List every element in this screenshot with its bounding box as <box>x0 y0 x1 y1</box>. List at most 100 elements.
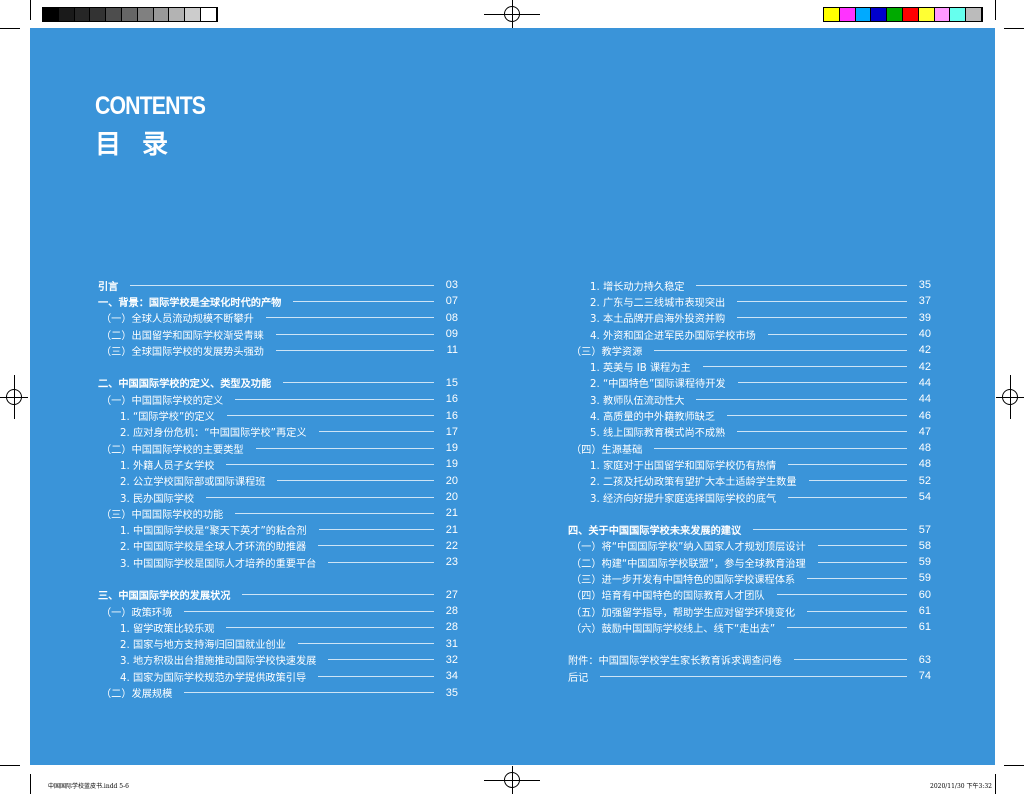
toc-entry[interactable]: 2. 应对身份危机：“中国国际学校”再定义 17 <box>98 424 458 440</box>
toc-leader-line <box>788 463 907 465</box>
toc-entry[interactable]: 1. 外籍人员子女学校 19 <box>98 456 458 472</box>
toc-entry[interactable]: 3. 经济向好提升家庭选择国际学校的底气 54 <box>568 489 931 505</box>
toc-entry[interactable]: （一）政策环境 28 <box>98 603 458 619</box>
calibration-swatch <box>966 8 982 21</box>
toc-leader-line <box>328 561 434 563</box>
toc-entry[interactable]: 1. 英美与 IB 课程为主 42 <box>568 358 931 375</box>
toc-entry[interactable]: 4. 外资和国企进军民办国际学校市场 40 <box>568 326 931 342</box>
toc-entry[interactable]: （二）发展规模 35 <box>98 684 458 701</box>
calibration-swatch <box>855 8 872 21</box>
toc-entry[interactable]: 2. 中国国际学校是全球人才环流的助推器 22 <box>98 538 458 554</box>
toc-page-number: 17 <box>445 425 458 438</box>
toc-entry[interactable]: （一）全球人员流动规模不断攀升 08 <box>98 310 458 326</box>
toc-entry[interactable]: 1. 家庭对于出国留学和国际学校仍有热情 48 <box>568 456 931 472</box>
toc-entry[interactable]: 1. 留学政策比较乐观 28 <box>98 619 458 635</box>
toc-page-number: 19 <box>445 458 458 471</box>
toc-entry[interactable]: 4. 高质量的中外籍教师缺乏 46 <box>568 407 931 424</box>
toc-entry[interactable]: 2. “中国特色”国际课程待开发 44 <box>568 375 931 391</box>
toc-page-number: 35 <box>918 279 931 292</box>
toc-leader-line <box>283 382 434 384</box>
toc-entry[interactable]: 3. 中国国际学校是国际人才培养的重要平台 23 <box>98 554 458 570</box>
toc-spacer <box>98 570 458 586</box>
toc-leader-line <box>265 317 434 319</box>
toc-entry[interactable]: （二）中国国际学校的主要类型 19 <box>98 440 458 456</box>
toc-page-number: 19 <box>445 442 458 455</box>
toc-entry-label: （二）构建“中国国际学校联盟”，参与全球教育治理 <box>571 558 806 570</box>
toc-entry[interactable]: （一）将“中国国际学校”纳入国家人才规划顶层设计 58 <box>568 538 931 554</box>
toc-entry[interactable]: 2. 二孩及托幼政策有望扩大本土适龄学生数量 52 <box>568 473 931 489</box>
toc-entry[interactable]: （二）出国留学和国际学校渐受青睐 09 <box>98 326 458 342</box>
toc-page-number: 20 <box>445 474 458 487</box>
toc-page-number: 27 <box>445 588 458 601</box>
toc-page-number: 44 <box>918 376 931 389</box>
toc-entry[interactable]: 2. 国家与地方支持海归回国就业创业 31 <box>98 636 458 652</box>
toc-page-number: 22 <box>445 539 458 552</box>
toc-leader-line <box>753 529 907 531</box>
calibration-swatch <box>169 8 186 21</box>
toc-leader-line <box>235 398 434 400</box>
toc-leader-line <box>817 545 907 547</box>
toc-entry[interactable]: （三）中国国际学校的功能 21 <box>98 505 458 521</box>
toc-entry[interactable]: 3. 教师队伍流动性大 44 <box>568 391 931 407</box>
toc-entry-label: 2. 国家与地方支持海归回国就业创业 <box>120 640 286 652</box>
toc-entry-label: （五）加强留学指导，帮助学生应对留学环境变化 <box>571 607 796 619</box>
toc-entry[interactable]: 1. 增长动力持久稳定 35 <box>568 277 931 293</box>
calibration-swatch <box>839 8 856 21</box>
toc-entry[interactable]: 1. 中国国际学校是“聚天下英才”的粘合剂 21 <box>98 521 458 538</box>
toc-leader-line <box>737 300 907 302</box>
toc-entry[interactable]: （一）中国国际学校的定义 16 <box>98 391 458 407</box>
toc-entry[interactable]: 3. 民办国际学校 20 <box>98 489 458 505</box>
toc-page-number: 03 <box>445 279 458 292</box>
toc-entry[interactable]: （三）全球国际学校的发展势头强劲 11 <box>98 342 458 358</box>
toc-entry[interactable]: 引言 03 <box>98 277 458 293</box>
toc-entry[interactable]: （五）加强留学指导，帮助学生应对留学环境变化 61 <box>568 603 931 619</box>
toc-entry[interactable]: 5. 线上国际教育模式尚不成熟 47 <box>568 424 931 440</box>
toc-entry[interactable]: （二）构建“中国国际学校联盟”，参与全球教育治理 59 <box>568 554 931 570</box>
toc-leader-line <box>276 333 434 335</box>
toc-page-number: 60 <box>918 588 931 601</box>
toc-leader-line <box>293 300 434 302</box>
calibration-swatch <box>121 8 138 21</box>
toc-entry[interactable]: 1. “国际学校”的定义 16 <box>98 407 458 424</box>
toc-leader-line <box>235 512 434 514</box>
toc-entry[interactable]: 4. 国家为国际学校规范办学提供政策引导 34 <box>98 668 458 684</box>
toc-entry[interactable]: 二、中国国际学校的定义、类型及功能 15 <box>98 375 458 391</box>
toc-page-number: 48 <box>918 458 931 471</box>
toc-entry[interactable]: （六）鼓励中国国际学校线上、线下“走出去” 61 <box>568 619 931 635</box>
toc-entry-label: （二）出国留学和国际学校渐受青睐 <box>101 330 264 342</box>
toc-entry[interactable]: 2. 广东与二三线城市表现突出 37 <box>568 293 931 309</box>
toc-entry[interactable]: 3. 地方积极出台措施推动国际学校快速发展 32 <box>98 652 458 668</box>
toc-entry-label: 5. 线上国际教育模式尚不成熟 <box>590 428 726 440</box>
toc-leader-line <box>277 480 434 482</box>
toc-entry[interactable]: （四）生源基础 48 <box>568 440 931 456</box>
toc-entry[interactable]: 三、中国国际学校的发展状况 27 <box>98 587 458 603</box>
toc-leader-line <box>793 659 907 661</box>
toc-entry[interactable]: （三）教学资源 42 <box>568 342 931 358</box>
toc-entry[interactable]: 3. 本土品牌开启海外投资并购 39 <box>568 310 931 326</box>
toc-page-number: 28 <box>445 621 458 634</box>
toc-entry[interactable]: 附件：中国国际学校学生家长教育诉求调查问卷 63 <box>568 652 931 668</box>
toc-entry-label: 3. 经济向好提升家庭选择国际学校的底气 <box>590 493 777 505</box>
calibration-swatch <box>934 8 951 21</box>
toc-page-number: 59 <box>918 572 931 585</box>
toc-entry[interactable]: 四、关于中国国际学校未来发展的建议 57 <box>568 521 931 538</box>
toc-entry[interactable]: 2. 公立学校国际部或国际课程班 20 <box>98 473 458 489</box>
toc-page-number: 23 <box>445 556 458 569</box>
toc-leader-line <box>787 626 907 628</box>
contents-title-zh: 目 录 <box>95 130 175 160</box>
toc-entry[interactable]: 一、背景：国际学校是全球化时代的产物 07 <box>98 293 458 309</box>
toc-leader-line <box>242 594 434 596</box>
toc-page-number: 39 <box>918 311 931 324</box>
calibration-swatch <box>950 8 967 21</box>
calibration-swatch <box>200 8 217 21</box>
toc-entry-label: 2. 中国国际学校是全球人才环流的助推器 <box>120 542 307 554</box>
toc-entry-label: 后记 <box>568 672 589 684</box>
toc-entry[interactable]: （三）进一步开发有中国特色的国际学校课程体系 59 <box>568 570 931 586</box>
toc-entry[interactable]: 后记 74 <box>568 668 931 684</box>
toc-leader-line <box>600 675 907 677</box>
toc-entry[interactable]: （四）培育有中国特色的国际教育人才团队 60 <box>568 587 931 603</box>
toc-leader-line <box>696 398 907 400</box>
toc-entry-label: 3. 教师队伍流动性大 <box>590 395 685 407</box>
toc-page-number: 32 <box>445 653 458 666</box>
calibration-swatch <box>185 8 201 21</box>
